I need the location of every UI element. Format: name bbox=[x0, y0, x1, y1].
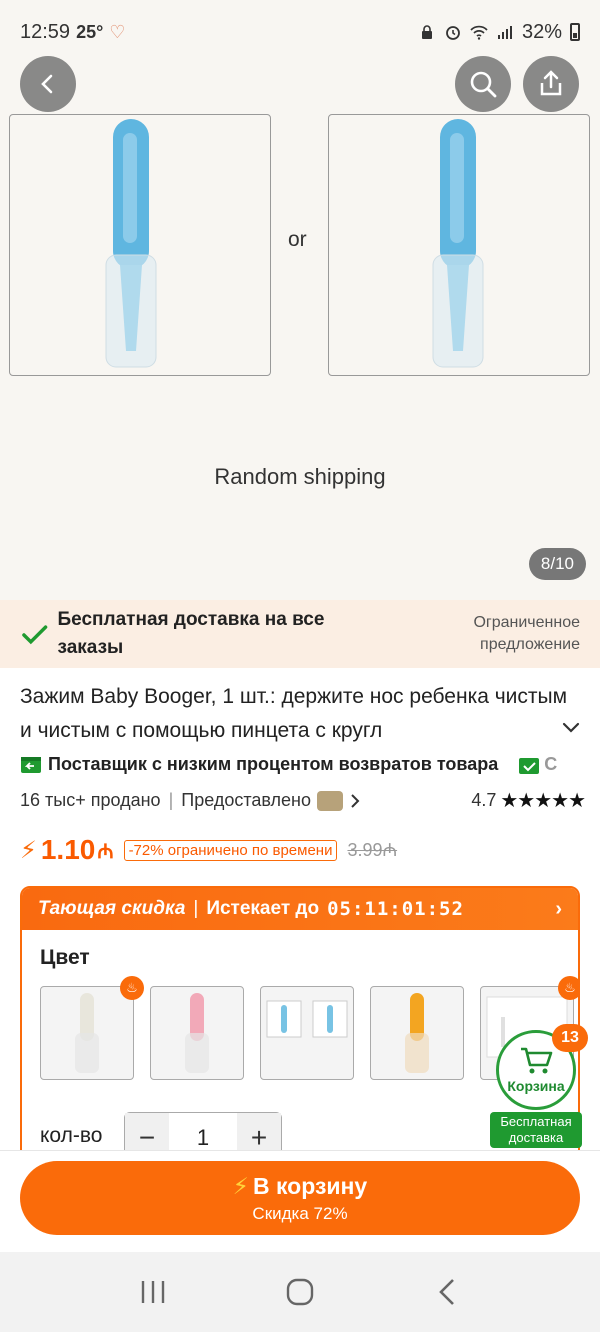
sold-rating-row[interactable]: 16 тыс+ продано | Предоставлено 4.7 ★★★★… bbox=[20, 788, 586, 813]
rating[interactable]: 4.7 ★★★★★ bbox=[471, 788, 586, 813]
free-shipping-banner[interactable]: Бесплатная доставка на все заказы Ограни… bbox=[0, 600, 600, 668]
battery-icon bbox=[570, 23, 580, 41]
wifi-icon bbox=[470, 25, 488, 40]
product-gallery[interactable]: or Random shipping 8/10 bbox=[0, 56, 600, 600]
status-bar: 12:59 25° ♡ 32% bbox=[0, 0, 600, 64]
add-to-cart-discount: Скидка 72% bbox=[252, 1203, 348, 1223]
supplier-extra-label: С bbox=[544, 754, 558, 774]
old-price: 3.99₼ bbox=[347, 840, 398, 860]
system-nav-bar bbox=[0, 1252, 600, 1332]
cart-icon bbox=[521, 1047, 553, 1074]
back-button[interactable] bbox=[20, 56, 76, 112]
check-icon bbox=[22, 625, 48, 645]
random-shipping-text: Random shipping bbox=[214, 464, 386, 489]
discount-badge: -72% ограничено по времени bbox=[123, 839, 338, 861]
or-text: or bbox=[288, 228, 307, 251]
cart-label: Корзина bbox=[507, 1078, 565, 1094]
lightning-icon: ⚡ bbox=[20, 836, 37, 864]
status-right: 32% bbox=[418, 21, 580, 44]
tweezers-illustration bbox=[432, 119, 484, 368]
currency-symbol: ₼ bbox=[97, 840, 114, 863]
status-temp: 25° bbox=[76, 21, 104, 42]
limited-offer-text: Ограниченное предложение bbox=[473, 614, 580, 653]
deal-name: Тающая скидка bbox=[38, 898, 186, 919]
current-price: 1.10 bbox=[40, 834, 96, 865]
swatch-image bbox=[75, 993, 99, 1073]
swatch-image bbox=[405, 993, 429, 1073]
product-image-left bbox=[9, 114, 271, 376]
battery-percent: 32% bbox=[521, 20, 562, 43]
cart-count-badge: 13 bbox=[552, 1024, 588, 1052]
back-icon bbox=[438, 1279, 454, 1305]
image-counter: 8/10 bbox=[528, 548, 586, 580]
quantity-value[interactable]: 1 bbox=[169, 1125, 237, 1151]
chevron-right-icon bbox=[351, 793, 360, 808]
rating-stars: ★★★★★ bbox=[500, 790, 586, 812]
swatch-tweezer bbox=[281, 1005, 287, 1033]
lock-icon bbox=[421, 25, 432, 39]
color-swatch[interactable] bbox=[40, 986, 134, 1080]
tweezers-illustration bbox=[105, 119, 157, 368]
recent-apps-icon bbox=[142, 1281, 165, 1303]
floating-cart[interactable]: Корзина 13 Бесплатная доставка bbox=[490, 1024, 588, 1148]
add-to-cart-label: В корзину bbox=[252, 1172, 368, 1199]
status-left: 12:59 25° ♡ bbox=[20, 21, 125, 44]
rating-value: 4.7 bbox=[471, 790, 497, 810]
heart-icon: ♡ bbox=[109, 21, 126, 42]
hot-icon: ♨ bbox=[120, 976, 144, 1000]
provided-by: Предоставлено bbox=[181, 790, 311, 810]
deal-header[interactable]: Тающая скидка | Истекает до 05:11:01:52 … bbox=[22, 888, 578, 930]
free-shipping-title: Бесплатная доставка на все заказы bbox=[57, 609, 325, 658]
home-button[interactable] bbox=[280, 1272, 320, 1312]
alarm-icon bbox=[446, 26, 460, 40]
sold-count: 16 тыс+ продано bbox=[20, 790, 161, 810]
calendar-check-icon bbox=[519, 757, 540, 774]
return-policy-icon bbox=[21, 756, 41, 773]
back-nav-button[interactable] bbox=[427, 1272, 467, 1312]
price-row: ⚡ 1.10 ₼ -72% ограничено по времени 3.99… bbox=[20, 834, 397, 866]
add-to-cart-button[interactable]: ⚡ В корзину Скидка 72% bbox=[20, 1161, 580, 1235]
add-to-cart-main: ⚡ В корзину bbox=[233, 1173, 367, 1200]
cart-free-shipping: Бесплатная доставка bbox=[490, 1112, 582, 1148]
quantity-label: кол-во bbox=[40, 1124, 103, 1147]
status-time: 12:59 bbox=[20, 20, 71, 43]
chevron-down-icon[interactable] bbox=[560, 716, 582, 738]
divider: | bbox=[168, 790, 174, 810]
store-avatar-icon bbox=[317, 790, 343, 811]
bottom-action-bar: ⚡ В корзину Скидка 72% bbox=[0, 1150, 600, 1252]
color-swatch[interactable] bbox=[150, 986, 244, 1080]
color-swatch[interactable] bbox=[370, 986, 464, 1080]
product-title: Зажим Baby Booger, 1 шт.: держите нос ре… bbox=[20, 685, 568, 742]
color-label: Цвет bbox=[40, 946, 90, 969]
hot-icon: ♨ bbox=[558, 976, 578, 1000]
share-icon bbox=[540, 70, 562, 96]
deal-expires: Истекает до bbox=[206, 898, 320, 919]
swatch-image bbox=[185, 993, 209, 1073]
search-icon bbox=[470, 71, 497, 98]
signal-icon bbox=[497, 26, 512, 39]
supplier-text: Поставщик с низким процентом возвратов т… bbox=[48, 754, 499, 774]
product-image-right bbox=[328, 114, 590, 376]
share-button[interactable] bbox=[523, 56, 579, 112]
chevron-left-icon bbox=[41, 74, 53, 94]
swatch-image bbox=[266, 1000, 348, 1038]
search-button[interactable] bbox=[455, 56, 511, 112]
chevron-right-icon: › bbox=[555, 897, 562, 920]
swatch-tweezer-2 bbox=[327, 1005, 333, 1033]
home-icon bbox=[286, 1278, 314, 1306]
supplier-row[interactable]: Поставщик с низким процентом возвратов т… bbox=[20, 754, 600, 775]
lightning-icon: ⚡ bbox=[232, 1172, 249, 1199]
recent-apps-button[interactable] bbox=[133, 1272, 173, 1312]
color-swatch[interactable] bbox=[260, 986, 354, 1080]
deal-separator: | bbox=[193, 898, 199, 919]
supplier-extra: С bbox=[518, 754, 557, 775]
deal-timer: 05:11:01:52 bbox=[327, 898, 464, 920]
